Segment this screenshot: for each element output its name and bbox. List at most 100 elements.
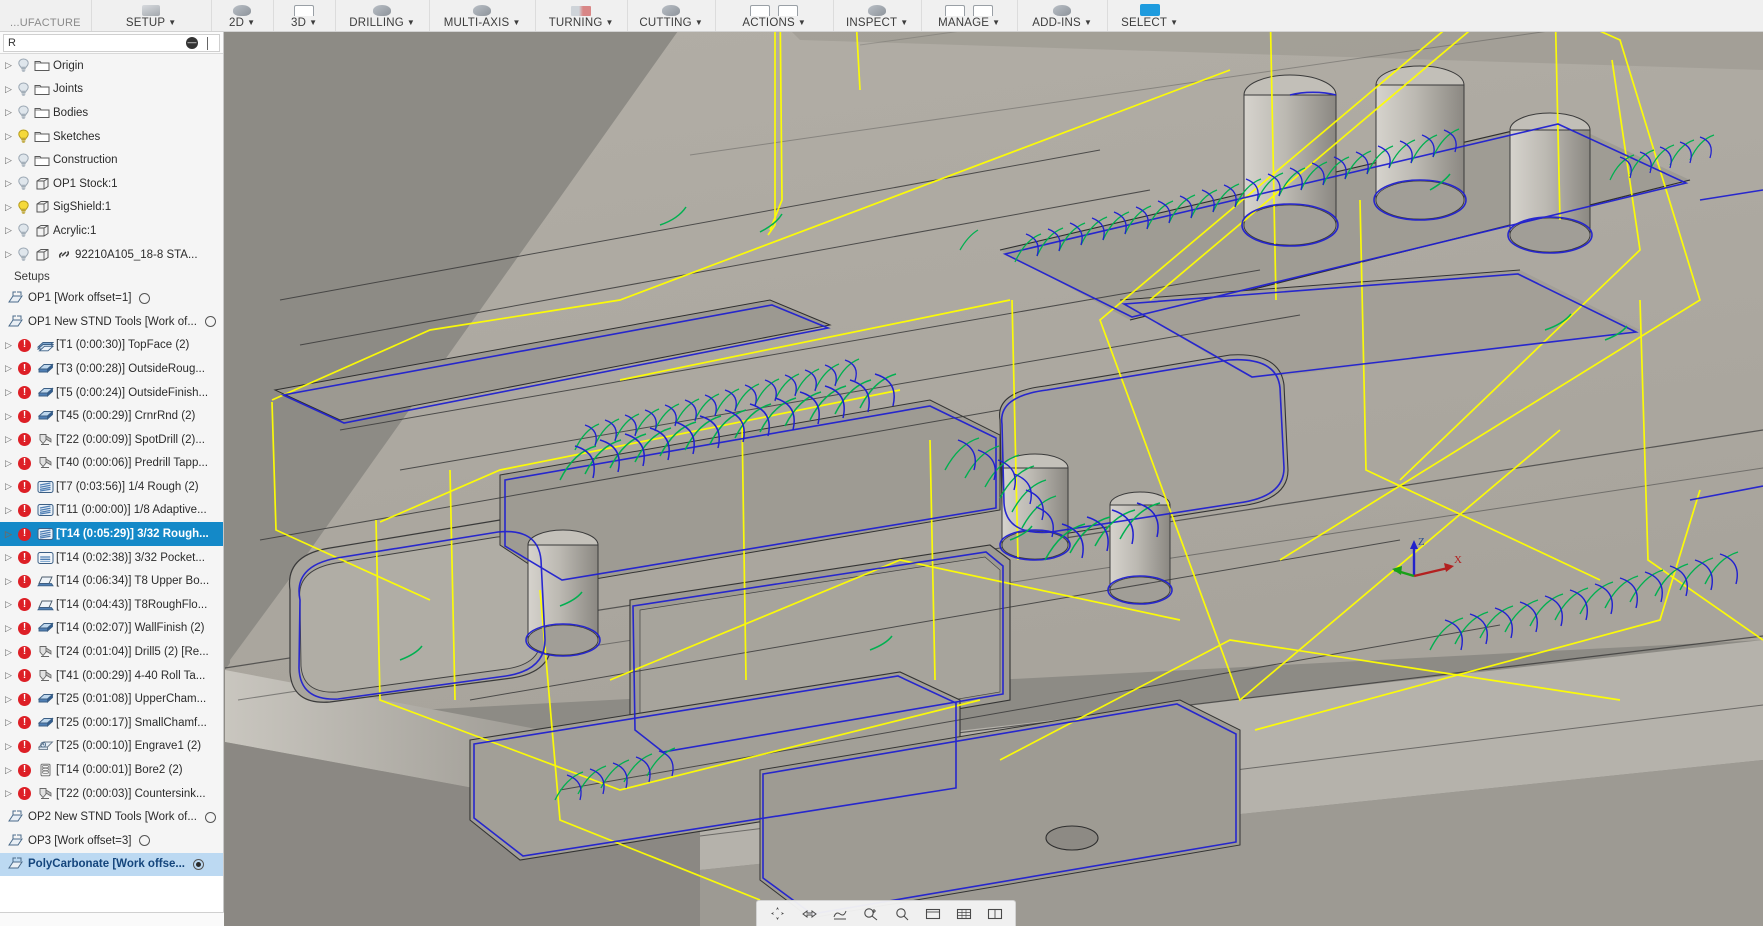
setup-icon[interactable] bbox=[142, 2, 161, 16]
toolbar-group-manufacture-tab[interactable]: ...UFACTURE bbox=[0, 0, 92, 31]
visibility-bulb-icon[interactable] bbox=[15, 153, 31, 168]
operation-row[interactable]: ▷! [T14 (0:02:07)] WallFinish (2) bbox=[0, 616, 223, 641]
expand-arrow-icon[interactable]: ▷ bbox=[2, 623, 15, 634]
operation-row[interactable]: ▷! [T22 (0:00:03)] Countersink... bbox=[0, 781, 223, 806]
expand-arrow-icon[interactable]: ▷ bbox=[2, 155, 15, 166]
actions-icon-2[interactable] bbox=[778, 5, 799, 16]
clear-search-icon[interactable]: — bbox=[186, 36, 198, 49]
orbit-icon[interactable] bbox=[769, 906, 786, 921]
setup-row[interactable]: OP3 [Work offset=3] bbox=[0, 829, 223, 853]
select-icon[interactable] bbox=[1139, 2, 1160, 16]
expand-arrow-icon[interactable]: ▷ bbox=[2, 576, 15, 587]
inspect-icon[interactable] bbox=[868, 2, 887, 16]
toolbar-group-setup[interactable]: SETUP ▼ bbox=[92, 0, 212, 31]
operation-row[interactable]: ▷! [T5 (0:00:24)] OutsideFinish... bbox=[0, 380, 223, 405]
toolbar-group-select[interactable]: SELECT ▼ bbox=[1108, 0, 1192, 31]
visibility-bulb-icon[interactable] bbox=[15, 176, 31, 191]
operation-row[interactable]: ▷! [T14 (0:00:01)] Bore2 (2) bbox=[0, 758, 223, 782]
fit-icon[interactable] bbox=[893, 906, 910, 921]
manufacture-toolbar[interactable]: ...UFACTURE SETUP ▼ 2D ▼ 3D ▼ DRILLING ▼ MUL… bbox=[0, 0, 1763, 32]
chevron-down-icon[interactable]: ▼ bbox=[1084, 18, 1092, 27]
browser-item-bodies[interactable]: ▷ Bodies bbox=[0, 101, 223, 125]
multi-axis-icon[interactable] bbox=[473, 2, 492, 16]
browser-item-sketches[interactable]: ▷ Sketches bbox=[0, 124, 223, 149]
setup-active-radio[interactable] bbox=[204, 811, 216, 823]
3d-viewport[interactable] bbox=[0, 0, 1763, 926]
operation-row[interactable]: ▷! [T14 (0:02:38)] 3/32 Pocket... bbox=[0, 545, 223, 570]
visibility-bulb-icon[interactable] bbox=[15, 247, 31, 262]
visibility-bulb-icon[interactable] bbox=[15, 82, 31, 97]
manage-icon-1[interactable] bbox=[945, 5, 966, 16]
expand-arrow-icon[interactable]: ▷ bbox=[2, 178, 15, 189]
operation-row[interactable]: ▷! [T25 (0:01:08)] UpperCham... bbox=[0, 687, 223, 712]
operation-row[interactable]: ▷! [T14 (0:05:29)] 3/32 Rough... bbox=[0, 522, 223, 546]
setup-active-radio[interactable] bbox=[204, 316, 216, 328]
expand-arrow-icon[interactable]: ▷ bbox=[2, 434, 15, 445]
expand-arrow-icon[interactable]: ▷ bbox=[2, 249, 15, 260]
expand-arrow-icon[interactable]: ▷ bbox=[2, 647, 15, 658]
chevron-down-icon[interactable]: ▼ bbox=[512, 18, 520, 27]
expand-arrow-icon[interactable]: ▷ bbox=[2, 202, 15, 213]
search-field-wrapper[interactable]: — bbox=[3, 33, 220, 52]
expand-arrow-icon[interactable]: ▷ bbox=[2, 552, 15, 563]
expand-arrow-icon[interactable]: ▷ bbox=[2, 84, 15, 95]
expand-arrow-icon[interactable]: ▷ bbox=[2, 107, 15, 118]
operation-row[interactable]: ▷! [T14 (0:06:34)] T8 Upper Bo... bbox=[0, 569, 223, 594]
operation-row[interactable]: ▷! [T1 (0:00:30)] TopFace (2) bbox=[0, 333, 223, 358]
expand-arrow-icon[interactable]: ▷ bbox=[2, 717, 15, 728]
navigation-bar[interactable] bbox=[756, 900, 1016, 926]
expand-arrow-icon[interactable]: ▷ bbox=[2, 694, 15, 705]
chevron-down-icon[interactable]: ▼ bbox=[309, 18, 317, 27]
toolbar-group-2d[interactable]: 2D ▼ bbox=[212, 0, 274, 31]
chevron-down-icon[interactable]: ▼ bbox=[407, 18, 415, 27]
setup-active-radio[interactable] bbox=[139, 835, 151, 847]
chevron-down-icon[interactable]: ▼ bbox=[798, 18, 806, 27]
operation-row[interactable]: ▷! [T3 (0:00:28)] OutsideRoug... bbox=[0, 357, 223, 381]
chevron-down-icon[interactable]: ▼ bbox=[992, 18, 1000, 27]
expand-arrow-icon[interactable]: ▷ bbox=[2, 529, 15, 540]
browser-item-acrylic-1[interactable]: ▷ Acrylic:1 bbox=[0, 219, 223, 243]
expand-arrow-icon[interactable]: ▷ bbox=[2, 411, 15, 422]
expand-arrow-icon[interactable]: ▷ bbox=[2, 340, 15, 351]
expand-arrow-icon[interactable]: ▷ bbox=[2, 363, 15, 374]
expand-arrow-icon[interactable]: ▷ bbox=[2, 131, 15, 142]
chevron-down-icon[interactable]: ▼ bbox=[1170, 18, 1178, 27]
visibility-bulb-icon[interactable] bbox=[15, 223, 31, 238]
viewports-icon[interactable] bbox=[986, 906, 1003, 921]
expand-arrow-icon[interactable]: ▷ bbox=[2, 788, 15, 799]
operation-row[interactable]: ▷! [T25 (0:00:17)] SmallChamf... bbox=[0, 711, 223, 735]
operation-row[interactable]: ▷! [T40 (0:00:06)] Predrill Tapp... bbox=[0, 451, 223, 476]
chevron-down-icon[interactable]: ▼ bbox=[695, 18, 703, 27]
turning-icon[interactable] bbox=[571, 2, 592, 16]
operation-row[interactable]: ▷! [T45 (0:00:29)] CrnrRnd (2) bbox=[0, 404, 223, 428]
2d-milling-icon[interactable] bbox=[233, 2, 252, 16]
toolbar-group-add-ins[interactable]: ADD-INS ▼ bbox=[1018, 0, 1108, 31]
browser-search-row[interactable]: — bbox=[0, 32, 223, 54]
browser-item-sigshield-1[interactable]: ▷ SigShield:1 bbox=[0, 195, 223, 220]
expand-arrow-icon[interactable]: ▷ bbox=[2, 505, 15, 516]
toolbar-group-multi-axis[interactable]: MULTI-AXIS ▼ bbox=[430, 0, 536, 31]
expand-arrow-icon[interactable]: ▷ bbox=[2, 599, 15, 610]
browser-item-origin[interactable]: ▷ Origin bbox=[0, 54, 223, 78]
chevron-down-icon[interactable]: ▼ bbox=[900, 18, 908, 27]
chevron-down-icon[interactable]: ▼ bbox=[605, 18, 613, 27]
cutting-icon[interactable] bbox=[662, 2, 681, 16]
browser-item-joints[interactable]: ▷ Joints bbox=[0, 77, 223, 102]
operation-row[interactable]: ▷! [T24 (0:01:04)] Drill5 (2) [Re... bbox=[0, 640, 223, 664]
pan-icon[interactable] bbox=[800, 906, 817, 921]
browser-item-92210a105-18-8-sta-[interactable]: ▷ 92210A105_18-8 STA... bbox=[0, 242, 223, 267]
operation-row[interactable]: ▷! [T11 (0:00:00)] 1/8 Adaptive... bbox=[0, 498, 223, 523]
visibility-bulb-icon[interactable] bbox=[15, 200, 31, 215]
grid-snap-icon[interactable] bbox=[955, 906, 972, 921]
expand-arrow-icon[interactable]: ▷ bbox=[2, 670, 15, 681]
expand-arrow-icon[interactable]: ▷ bbox=[2, 458, 15, 469]
3d-milling-icon[interactable] bbox=[294, 2, 315, 16]
expand-arrow-icon[interactable]: ▷ bbox=[2, 225, 15, 236]
zoom-window-icon[interactable] bbox=[862, 906, 879, 921]
setup-row[interactable]: PolyCarbonate [Work offse... bbox=[0, 852, 223, 877]
toolbar-group-manage[interactable]: MANAGE ▼ bbox=[922, 0, 1018, 31]
setup-row[interactable]: OP1 New STND Tools [Work of... bbox=[0, 309, 223, 334]
expand-arrow-icon[interactable]: ▷ bbox=[2, 387, 15, 398]
browser-panel[interactable]: — ▷ Origin ▷ Joints ▷ Bodies ▷ Sketches ▷ Constru… bbox=[0, 32, 224, 926]
drilling-icon[interactable] bbox=[373, 2, 392, 16]
